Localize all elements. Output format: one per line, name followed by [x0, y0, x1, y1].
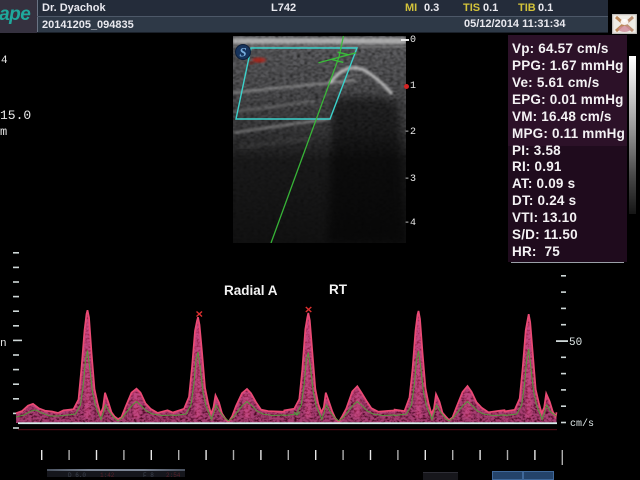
svg-text:cm/s: cm/s	[570, 418, 594, 430]
svg-text:50: 50	[569, 337, 582, 349]
